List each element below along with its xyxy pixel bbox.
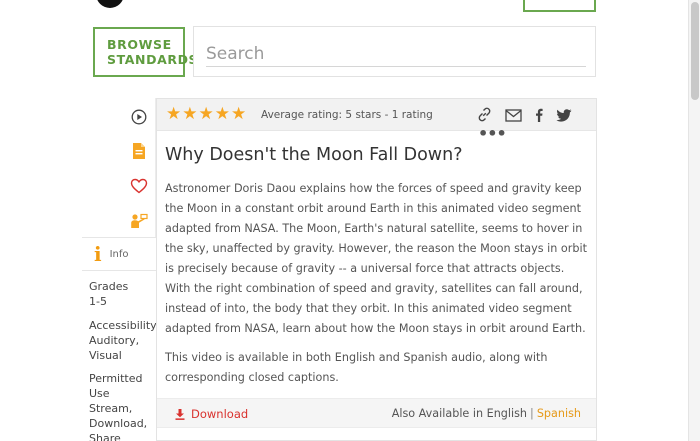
accessibility-info: Accessibility Auditory, Visual xyxy=(89,318,159,363)
play-icon[interactable] xyxy=(122,105,156,129)
spanish-link[interactable]: Spanish xyxy=(537,407,581,420)
search-input[interactable] xyxy=(206,41,586,67)
download-label: Download xyxy=(191,407,249,421)
info-panel: i Info Grades 1-5 Accessibility Auditory… xyxy=(82,237,159,441)
accessibility-value: Auditory, Visual xyxy=(89,334,140,362)
permitted-use-label: Permitted Use xyxy=(89,372,143,400)
teacher-icon[interactable] xyxy=(122,209,156,233)
star-icon[interactable]: ★ xyxy=(199,105,214,123)
facebook-icon[interactable] xyxy=(535,107,543,126)
star-icon[interactable]: ★ xyxy=(182,105,197,123)
info-tab-label: Info xyxy=(109,248,129,260)
permitted-use-value: Stream, Download, Share xyxy=(89,402,148,441)
accessibility-label: Accessibility xyxy=(89,319,157,332)
grades-label: Grades xyxy=(89,280,129,293)
more-icon[interactable]: ••• xyxy=(478,126,507,142)
search-box xyxy=(193,26,596,77)
grades-value: 1-5 xyxy=(89,295,107,308)
card-toolbar: ★ ★ ★ ★ ★ Average rating: 5 stars - 1 ra… xyxy=(157,99,596,142)
browse-standards-button[interactable]: BROWSE STANDARDS xyxy=(93,27,198,77)
star-icon[interactable]: ★ xyxy=(166,105,181,123)
download-button[interactable]: Download xyxy=(175,407,248,421)
resource-title: Why Doesn't the Moon Fall Down? xyxy=(165,145,463,165)
resource-card: ★ ★ ★ ★ ★ Average rating: 5 stars - 1 ra… xyxy=(156,98,597,441)
scrollbar[interactable] xyxy=(688,0,700,441)
availability-note: This video is available in both English … xyxy=(165,351,548,384)
download-icon xyxy=(175,408,185,420)
header-button[interactable] xyxy=(523,0,596,12)
card-footer: Download Also Available in English | Spani… xyxy=(157,398,596,428)
document-icon[interactable] xyxy=(122,139,156,163)
rating-summary: Average rating: 5 stars - 1 rating xyxy=(261,109,433,121)
language-availability: Also Available in English | Spanish xyxy=(392,407,581,420)
scrollbar-thumb[interactable] xyxy=(691,2,699,100)
logo[interactable] xyxy=(96,0,124,8)
star-icon[interactable]: ★ xyxy=(231,105,246,123)
also-available-english-link[interactable]: Also Available in English xyxy=(392,407,527,420)
star-icon[interactable]: ★ xyxy=(215,105,230,123)
twitter-icon[interactable] xyxy=(556,107,572,126)
permitted-use-info: Permitted Use Stream, Download, Share xyxy=(89,371,159,441)
heart-icon[interactable] xyxy=(122,174,156,198)
resource-description: Astronomer Doris Daou explains how the f… xyxy=(165,182,587,335)
grades-info: Grades 1-5 xyxy=(89,279,159,309)
page: BROWSE STANDARDS i Info Grades 1-5 Acces… xyxy=(0,0,700,441)
star-rating[interactable]: ★ ★ ★ ★ ★ xyxy=(166,105,246,123)
language-separator: | xyxy=(530,407,534,420)
mail-icon[interactable] xyxy=(505,107,522,126)
info-tab[interactable]: i Info xyxy=(82,237,156,271)
info-icon: i xyxy=(94,242,102,266)
